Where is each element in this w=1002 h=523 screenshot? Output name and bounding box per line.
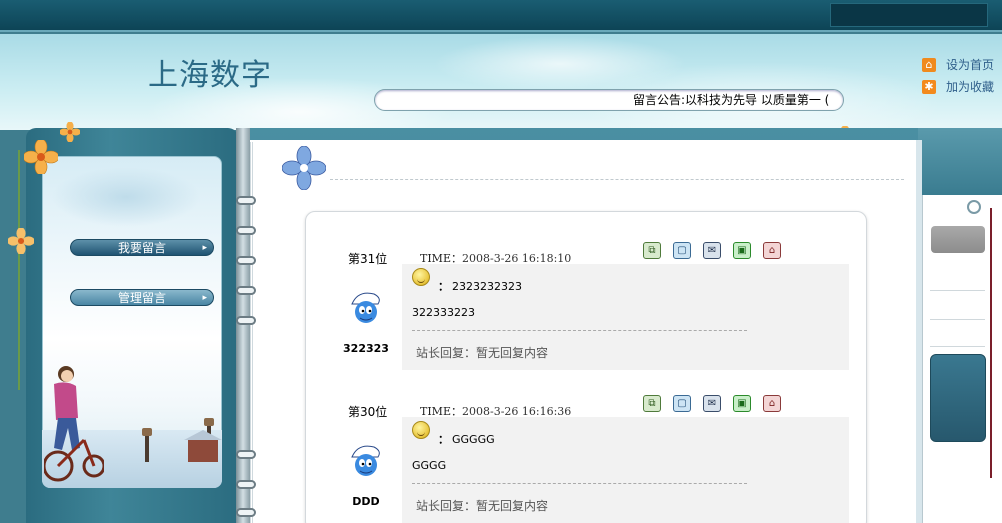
flower-decoration [24, 140, 58, 174]
add-favorite-link[interactable]: ✱ 加为收藏 [922, 78, 994, 95]
smurf-avatar [351, 445, 380, 476]
sidebar-item-label: 管理留言 [117, 291, 166, 305]
mail-button[interactable]: ✉ [703, 242, 721, 259]
binder-ring [236, 256, 256, 265]
message-content: GGGG [412, 459, 447, 472]
binder-ring [236, 450, 256, 459]
edit-icon: ▢ [677, 245, 687, 256]
binder-ring [236, 316, 256, 325]
chevron-right-icon: ▸ [202, 293, 207, 303]
entry-actions: ⧉ ▢ ✉ ▣ ⌂ [643, 395, 781, 412]
set-homepage-link[interactable]: ⌂ 设为首页 [922, 56, 994, 73]
reply-label: 站长回复： [416, 346, 477, 360]
bookmark-ribbon [984, 208, 992, 478]
bookmark-icon: ✱ [922, 79, 936, 94]
home-button[interactable]: ⌂ [763, 395, 781, 412]
mail-icon: ✉ [707, 398, 717, 409]
binder-ring [236, 226, 256, 235]
reply-text: 暂无回复内容 [476, 499, 549, 513]
message-title: ： GGGGG [438, 431, 495, 447]
copy-button[interactable]: ⧉ [643, 395, 661, 412]
book-spine [236, 128, 250, 523]
title-prefix: ： [438, 433, 449, 446]
view-icon: ▣ [737, 245, 747, 256]
view-button[interactable]: ▣ [733, 395, 751, 412]
entry-floor: 第31位 [348, 252, 388, 266]
smiley-icon [412, 268, 430, 286]
edit-button[interactable]: ▢ [673, 242, 691, 259]
smiley-icon [412, 421, 430, 439]
chevron-right-icon: ▸ [202, 243, 207, 253]
sidebar-item-manage-messages[interactable]: 管理留言 ▸ [70, 289, 214, 306]
admin-reply: 站长回复：暂无回复内容 [416, 497, 548, 514]
vine-decoration [18, 150, 20, 390]
notice-text: 留言公告:以科技为先导 以质量第一 ( [633, 93, 830, 107]
top-bar-box [830, 3, 988, 27]
reply-label: 站长回复： [416, 499, 477, 513]
view-icon: ▣ [737, 398, 747, 409]
right-frame-top [918, 128, 1002, 195]
top-bar [0, 0, 1002, 32]
site-title: 上海数字 [148, 58, 272, 93]
message-title: ： 2323232323 [438, 278, 522, 294]
message-body: ： GGGGG GGGG 站长回复：暂无回复内容 [402, 417, 849, 523]
copy-icon: ⧉ [648, 398, 656, 409]
edit-button[interactable]: ▢ [673, 395, 691, 412]
home-icon: ⌂ [922, 57, 936, 72]
copy-icon: ⧉ [648, 245, 656, 256]
title-text: 2323232323 [452, 280, 522, 293]
right-divider [930, 290, 985, 291]
copy-button[interactable]: ⧉ [643, 242, 661, 259]
right-dark-block [930, 354, 986, 442]
binder-ring [236, 480, 256, 489]
notice-marquee: 留言公告:以科技为先导 以质量第一 ( [374, 89, 844, 111]
right-divider [930, 346, 985, 347]
add-favorite-label: 加为收藏 [946, 80, 995, 94]
binder-ring [236, 286, 256, 295]
cloud-decoration [51, 167, 201, 227]
home-icon: ⌂ [768, 245, 776, 256]
view-button[interactable]: ▣ [733, 242, 751, 259]
title-prefix: ： [438, 280, 449, 293]
mail-icon: ✉ [707, 245, 717, 256]
message-content: 322333223 [412, 306, 475, 319]
right-divider [930, 319, 985, 320]
page-flower-icon [282, 146, 326, 190]
page-divider [330, 179, 904, 180]
girl-on-bicycle-illustration [44, 366, 104, 482]
binder-ring [236, 196, 256, 205]
admin-reply: 站长回复：暂无回复内容 [416, 344, 548, 361]
set-homepage-label: 设为首页 [946, 58, 995, 72]
flower-decoration [60, 122, 80, 142]
message-divider [412, 483, 747, 484]
house-illustration [184, 430, 222, 462]
message-board: 第31位 TIME：2008-3-26 16:18:10 ⧉ ▢ ✉ ▣ ⌂ 3… [305, 211, 867, 523]
lamp-post [142, 428, 152, 462]
reply-text: 暂无回复内容 [476, 346, 549, 360]
binder-ring [236, 508, 256, 517]
home-icon: ⌂ [768, 398, 776, 409]
message-divider [412, 330, 747, 331]
home-button[interactable]: ⌂ [763, 242, 781, 259]
sidebar-item-post-message[interactable]: 我要留言 ▸ [70, 239, 214, 256]
entry-actions: ⧉ ▢ ✉ ▣ ⌂ [643, 242, 781, 259]
bookmark-knob-icon [967, 200, 981, 214]
entry-floor: 第30位 [348, 405, 388, 419]
edit-icon: ▢ [677, 398, 687, 409]
sidebar-item-label: 我要留言 [117, 241, 166, 255]
title-text: GGGGG [452, 433, 495, 446]
smurf-avatar [351, 292, 380, 323]
message-body: ： 2323232323 322333223 站长回复：暂无回复内容 [402, 264, 849, 370]
right-grey-block [931, 226, 985, 253]
header: 上海数字 留言公告:以科技为先导 以质量第一 ( [0, 34, 1002, 130]
mail-button[interactable]: ✉ [703, 395, 721, 412]
flower-decoration [8, 228, 34, 254]
